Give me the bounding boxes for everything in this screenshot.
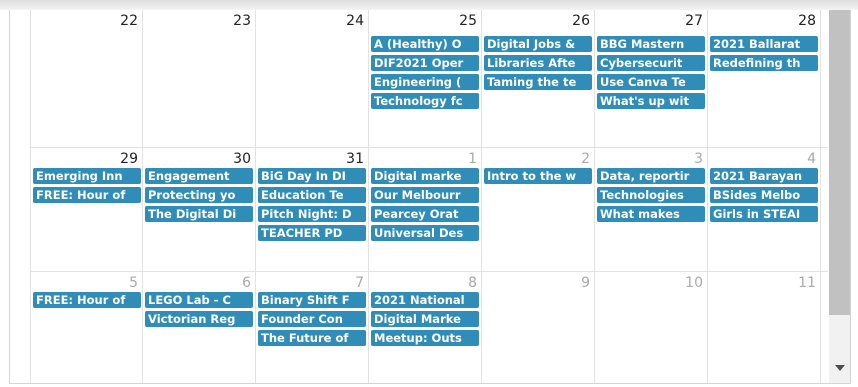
event-chip[interactable]: Data, reportir [597, 168, 705, 184]
event-chip[interactable]: Protecting yo [145, 187, 253, 203]
caret-down-icon[interactable] [835, 365, 845, 371]
event-chip[interactable]: TEACHER PD [258, 225, 366, 241]
day-cell[interactable]: 10 [595, 272, 708, 383]
event-chip[interactable]: BBG Mastern [597, 36, 705, 52]
day-cell[interactable]: 27 BBG Mastern Cybersecurit Use Canva Te Wha… [595, 10, 708, 147]
event-chip[interactable]: What makes [597, 206, 705, 222]
event-chip[interactable]: Pearcey Orat [371, 206, 479, 222]
event-chip[interactable]: Technologies [597, 187, 705, 203]
event-chip[interactable]: Victorian Reg [145, 311, 253, 327]
event-chip[interactable]: Engineering ( [371, 74, 479, 90]
event-chip[interactable]: 2021 Ballarat [710, 36, 818, 52]
event-chip[interactable]: A (Healthy) O [371, 36, 479, 52]
calendar-week-row: 29 Emerging Inn FREE: Hour of 30 Engagement P… [30, 148, 828, 272]
day-cell[interactable]: 31 BiG Day In DI Education Te Pitch Night: … [256, 148, 369, 271]
event-chip[interactable]: Education Te [258, 187, 366, 203]
day-number[interactable]: 8 [468, 275, 477, 291]
event-chip[interactable]: FREE: Hour of [33, 292, 141, 308]
event-chip[interactable]: DIF2021 Oper [371, 55, 479, 71]
event-chip[interactable]: Cybersecurit [597, 55, 705, 71]
day-number[interactable]: 25 [459, 13, 477, 29]
day-cell[interactable]: 3 Data, reportir Technologies What makes [595, 148, 708, 271]
event-chip[interactable]: Founder Con [258, 311, 366, 327]
event-chip[interactable]: Digital Jobs & [484, 36, 592, 52]
day-number[interactable]: 1 [468, 151, 477, 167]
day-number[interactable]: 24 [346, 13, 364, 29]
day-cell[interactable]: 26 Digital Jobs & Libraries Afte Taming the… [482, 10, 595, 147]
day-cell[interactable]: 28 2021 Ballarat Redefining th [708, 10, 821, 147]
day-cell[interactable]: 29 Emerging Inn FREE: Hour of [30, 148, 143, 271]
day-cell[interactable]: 30 Engagement Protecting yo The Digital Di [143, 148, 256, 271]
day-number[interactable]: 29 [120, 151, 138, 167]
day-number[interactable]: 10 [685, 275, 703, 291]
calendar-week-row: 5 FREE: Hour of 6 LEGO Lab - C Victorian Reg… [30, 272, 828, 383]
day-cell[interactable]: 8 2021 National Digital Marke Meetup: Outs [369, 272, 482, 383]
day-number[interactable]: 28 [798, 13, 816, 29]
month-grid: 22 23 24 25 A (Healthy) O DIF2021 Oper Enginee… [30, 10, 828, 383]
window-top-edge [0, 0, 858, 10]
event-chip[interactable]: Girls in STEAI [710, 206, 818, 222]
day-number[interactable]: 2 [581, 151, 590, 167]
day-number[interactable]: 3 [694, 151, 703, 167]
day-number[interactable]: 7 [355, 275, 364, 291]
day-cell[interactable]: 2 Intro to the w [482, 148, 595, 271]
day-number[interactable]: 5 [129, 275, 138, 291]
event-chip[interactable]: Our Melbourr [371, 187, 479, 203]
event-chip[interactable]: Meetup: Outs [371, 330, 479, 346]
event-chip[interactable]: FREE: Hour of [33, 187, 141, 203]
day-number[interactable]: 26 [572, 13, 590, 29]
event-chip[interactable]: Digital marke [371, 168, 479, 184]
day-number[interactable]: 4 [807, 151, 816, 167]
vertical-scrollbar[interactable] [829, 10, 850, 383]
event-chip[interactable]: Intro to the w [484, 168, 592, 184]
event-chip[interactable]: BiG Day In DI [258, 168, 366, 184]
day-cell[interactable]: 6 LEGO Lab - C Victorian Reg [143, 272, 256, 383]
day-cell[interactable]: 24 [256, 10, 369, 147]
event-chip[interactable]: The Digital Di [145, 206, 253, 222]
day-cell[interactable]: 1 Digital marke Our Melbourr Pearcey Orat Un… [369, 148, 482, 271]
day-number[interactable]: 23 [233, 13, 251, 29]
event-chip[interactable]: Emerging Inn [33, 168, 141, 184]
day-cell[interactable]: 23 [143, 10, 256, 147]
calendar-week-row: 22 23 24 25 A (Healthy) O DIF2021 Oper Enginee… [30, 10, 828, 148]
event-chip[interactable]: 2021 Barayan [710, 168, 818, 184]
day-number[interactable]: 30 [233, 151, 251, 167]
day-number[interactable]: 27 [685, 13, 703, 29]
event-chip[interactable]: BSides Melbo [710, 187, 818, 203]
event-chip[interactable]: Binary Shift F [258, 292, 366, 308]
day-number[interactable]: 11 [798, 275, 816, 291]
event-chip[interactable]: Technology fc [371, 93, 479, 109]
day-number[interactable]: 6 [242, 275, 251, 291]
event-chip[interactable]: Universal Des [371, 225, 479, 241]
day-cell[interactable]: 25 A (Healthy) O DIF2021 Oper Engineering (… [369, 10, 482, 147]
event-chip[interactable]: Digital Marke [371, 311, 479, 327]
day-cell[interactable]: 5 FREE: Hour of [30, 272, 143, 383]
day-number[interactable]: 31 [346, 151, 364, 167]
day-cell[interactable]: 4 2021 Barayan BSides Melbo Girls in STEAI [708, 148, 821, 271]
event-chip[interactable]: Libraries Afte [484, 55, 592, 71]
day-cell[interactable]: 11 [708, 272, 821, 383]
scrollbar-thumb[interactable] [829, 10, 850, 315]
event-chip[interactable]: Engagement [145, 168, 253, 184]
day-cell[interactable]: 9 [482, 272, 595, 383]
event-chip[interactable]: Pitch Night: D [258, 206, 366, 222]
day-cell[interactable]: 22 [30, 10, 143, 147]
event-chip[interactable]: What's up wit [597, 93, 705, 109]
event-chip[interactable]: Taming the te [484, 74, 592, 90]
event-chip[interactable]: LEGO Lab - C [145, 292, 253, 308]
calendar-frame: 22 23 24 25 A (Healthy) O DIF2021 Oper Enginee… [9, 10, 851, 384]
event-chip[interactable]: The Future of [258, 330, 366, 346]
event-chip[interactable]: Use Canva Te [597, 74, 705, 90]
day-number[interactable]: 9 [581, 275, 590, 291]
day-number[interactable]: 22 [120, 13, 138, 29]
event-chip[interactable]: Redefining th [710, 55, 818, 71]
event-chip[interactable]: 2021 National [371, 292, 479, 308]
day-cell[interactable]: 7 Binary Shift F Founder Con The Future of [256, 272, 369, 383]
